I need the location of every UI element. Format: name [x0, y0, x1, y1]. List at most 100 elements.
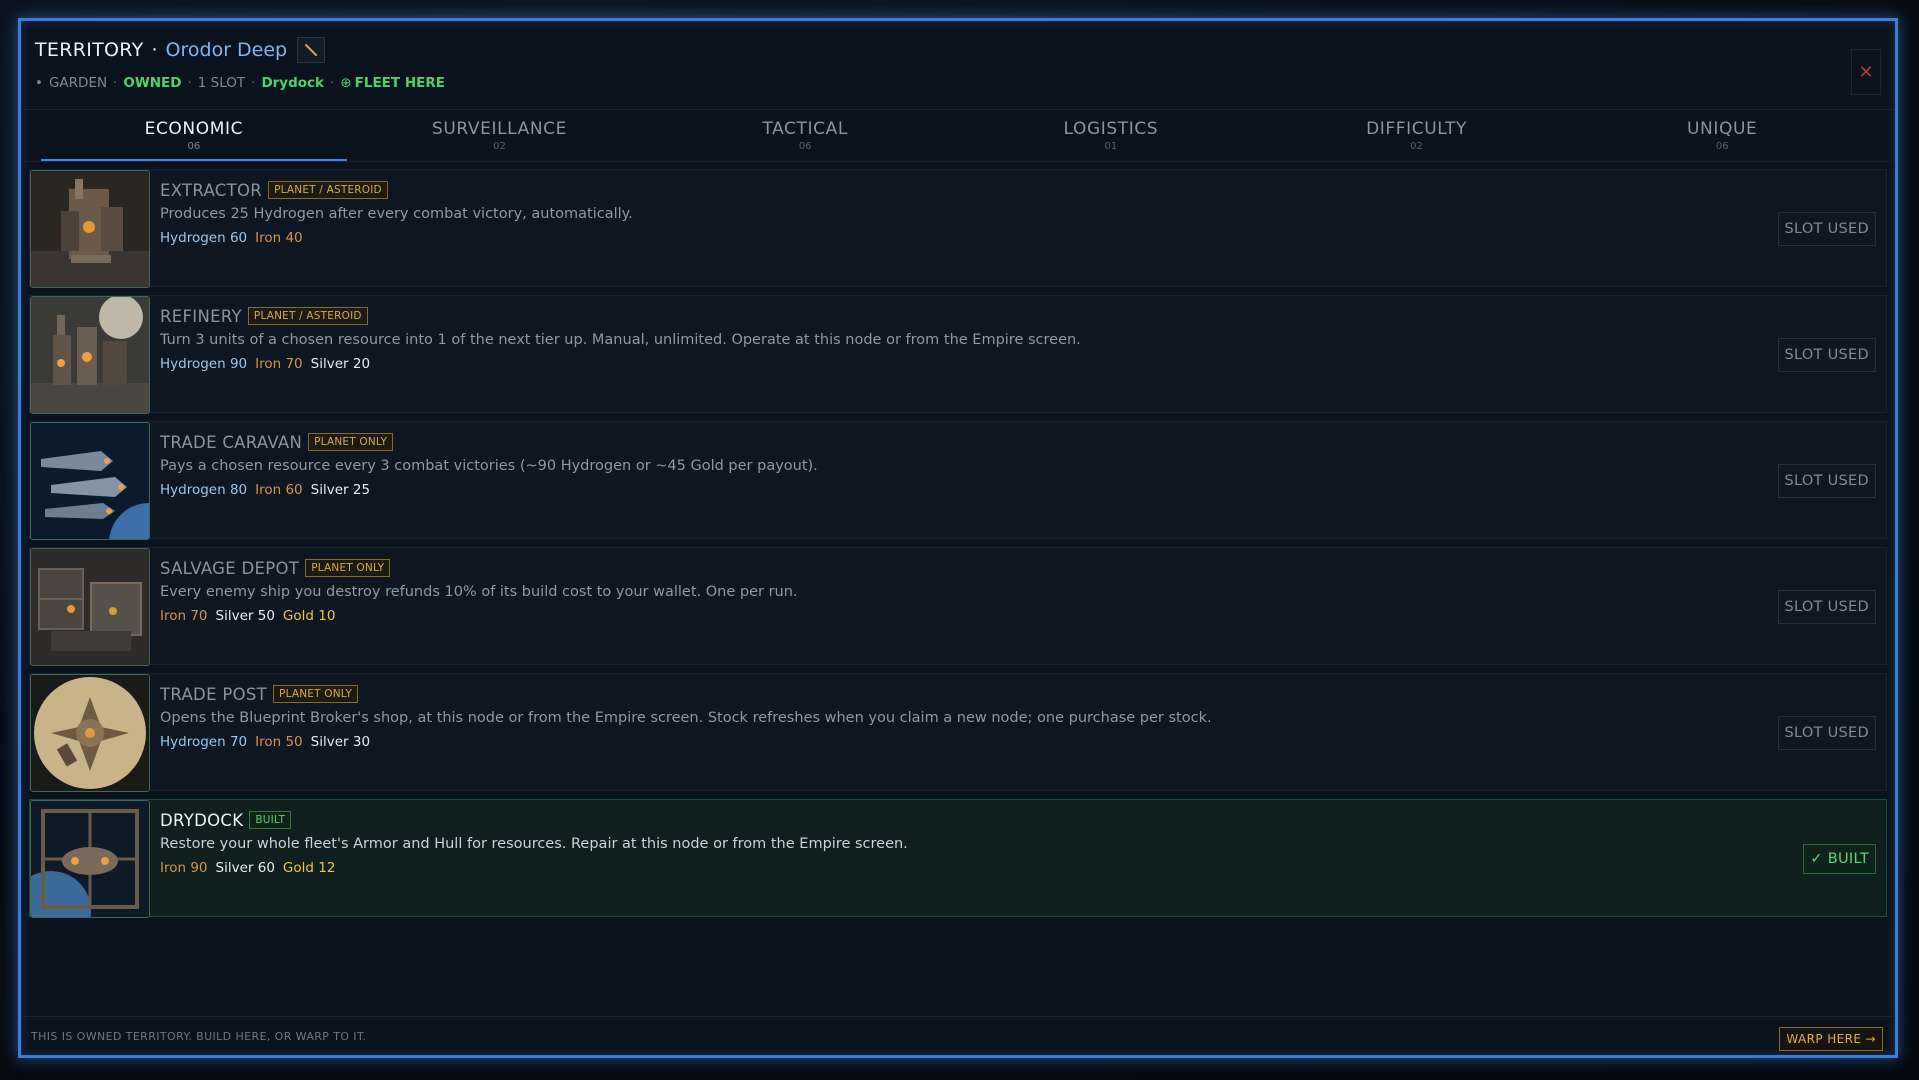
- tab-economic[interactable]: ECONOMIC 06: [41, 113, 347, 161]
- building-name-row: SALVAGE DEPOT PLANET ONLY: [160, 556, 1746, 580]
- cost-silver: Silver 50: [215, 608, 275, 624]
- cost-gold: Gold 10: [282, 608, 336, 624]
- building-row[interactable]: TRADE POST PLANET ONLY Opens the Blueprint…: [29, 673, 1887, 792]
- tab-count: 02: [493, 141, 506, 152]
- tab-count: 06: [1715, 141, 1729, 152]
- fleet-status: FLEET HERE: [354, 75, 445, 91]
- territory-modal: TERRITORY · Orodor Deep • GARDEN · OWNED…: [18, 18, 1898, 1058]
- placement-badge: PLANET / ASTEROID: [268, 181, 388, 199]
- tab-surveillance[interactable]: SURVEILLANCE 02: [347, 113, 653, 161]
- tab-logistics[interactable]: LOGISTICS 01: [958, 113, 1264, 161]
- slot-used-button[interactable]: SLOT USED: [1777, 590, 1876, 624]
- cost-silver: Silver 20: [310, 356, 371, 372]
- drydock-thumbnail: [30, 800, 150, 918]
- building-name-row: REFINERY PLANET / ASTEROID: [160, 304, 1746, 328]
- slot-used-button[interactable]: SLOT USED: [1777, 464, 1876, 498]
- close-icon: ✕: [1858, 61, 1874, 83]
- tab-count: 02: [1410, 141, 1423, 152]
- cost-silver: Silver 30: [310, 734, 371, 750]
- trade-caravan-thumbnail: [30, 422, 150, 540]
- building-description: Produces 25 Hydrogen after every combat …: [160, 206, 633, 222]
- tab-unique[interactable]: UNIQUE 06: [1569, 113, 1875, 161]
- cost-iron: Iron 60: [255, 482, 303, 498]
- footer-hint: THIS IS OWNED TERRITORY. BUILD HERE, OR …: [31, 1030, 367, 1043]
- slot-count: 1 SLOT: [197, 75, 246, 91]
- building-info: EXTRACTOR PLANET / ASTEROID Produces 25 Hy…: [160, 178, 1746, 247]
- building-name: EXTRACTOR: [160, 180, 263, 200]
- modal-title: TERRITORY: [35, 39, 144, 61]
- rename-button[interactable]: [297, 37, 326, 63]
- placement-badge: PLANET ONLY: [305, 559, 391, 577]
- cost-hydrogen: Hydrogen 80: [160, 482, 248, 498]
- cost-hydrogen: Hydrogen 90: [160, 356, 248, 372]
- building-list: EXTRACTOR PLANET / ASTEROID Produces 25 Hy…: [29, 169, 1887, 925]
- building-costs: Iron 70 Silver 50 Gold 10: [160, 608, 1746, 624]
- placement-badge: PLANET ONLY: [308, 433, 394, 451]
- building-costs: Hydrogen 60 Iron 40: [160, 230, 1746, 246]
- cost-iron: Iron 90: [160, 860, 208, 876]
- building-description: Restore your whole fleet's Armor and Hul…: [160, 836, 908, 852]
- placement-badge: PLANET ONLY: [273, 685, 359, 703]
- salvage-depot-thumbnail: [30, 548, 150, 666]
- pencil-icon: [305, 44, 318, 56]
- cost-iron: Iron 50: [255, 734, 303, 750]
- building-costs: Iron 90 Silver 60 Gold 12: [160, 860, 1746, 876]
- territory-type: GARDEN: [48, 75, 108, 91]
- building-name: SALVAGE DEPOT: [160, 558, 300, 578]
- tab-label: ECONOMIC: [144, 119, 244, 139]
- building-name-row: DRYDOCK BUILT: [160, 808, 1746, 832]
- cost-silver: Silver 25: [310, 482, 371, 498]
- tab-label: LOGISTICS: [1063, 119, 1159, 139]
- close-button[interactable]: ✕: [1851, 49, 1881, 95]
- category-tabs: ECONOMIC 06 SURVEILLANCE 02 TACTICAL 06 LOGIST…: [41, 113, 1875, 161]
- building-costs: Hydrogen 70 Iron 50 Silver 30: [160, 734, 1746, 750]
- cost-silver: Silver 60: [215, 860, 275, 876]
- building-name: DRYDOCK: [160, 810, 244, 830]
- meta-separator: ·: [330, 75, 335, 91]
- tab-label: TACTICAL: [762, 119, 848, 139]
- building-info: TRADE CARAVAN PLANET ONLY Pays a chosen re…: [160, 430, 1746, 499]
- extractor-thumbnail: [30, 170, 150, 288]
- tab-count: 06: [798, 141, 812, 152]
- ownership-status: OWNED: [123, 75, 182, 91]
- placement-badge: PLANET / ASTEROID: [247, 307, 368, 325]
- building-row[interactable]: TRADE CARAVAN PLANET ONLY Pays a chosen re…: [29, 421, 1887, 540]
- title-row: TERRITORY · Orodor Deep: [35, 33, 326, 67]
- cost-hydrogen: Hydrogen 70: [160, 734, 248, 750]
- building-name-row: TRADE POST PLANET ONLY: [160, 682, 1746, 706]
- tabs-divider: [21, 161, 1895, 162]
- building-row[interactable]: SALVAGE DEPOT PLANET ONLY Every enemy ship…: [29, 547, 1887, 666]
- cost-gold: Gold 12: [282, 860, 336, 876]
- building-name-row: EXTRACTOR PLANET / ASTEROID: [160, 178, 1746, 202]
- tab-count: 06: [187, 141, 201, 152]
- building-description: Every enemy ship you destroy refunds 10%…: [160, 584, 798, 600]
- slot-used-button[interactable]: SLOT USED: [1777, 212, 1876, 246]
- meta-separator: ·: [187, 75, 192, 91]
- slot-used-button[interactable]: SLOT USED: [1777, 716, 1876, 750]
- building-description: Opens the Blueprint Broker's shop, at th…: [160, 710, 1212, 726]
- tab-label: SURVEILLANCE: [432, 119, 567, 139]
- modal-header: TERRITORY · Orodor Deep • GARDEN · OWNED…: [35, 33, 1881, 105]
- building-info: SALVAGE DEPOT PLANET ONLY Every enemy ship…: [160, 556, 1746, 625]
- building-row[interactable]: DRYDOCK BUILT Restore your whole fleet's A…: [29, 799, 1887, 918]
- built-structure: Drydock: [261, 75, 325, 91]
- building-info: TRADE POST PLANET ONLY Opens the Blueprint…: [160, 682, 1746, 751]
- built-badge: BUILT: [249, 811, 292, 829]
- slot-used-button[interactable]: SLOT USED: [1777, 338, 1876, 372]
- warp-here-button[interactable]: WARP HERE →: [1779, 1027, 1883, 1051]
- building-costs: Hydrogen 90 Iron 70 Silver 20: [160, 356, 1746, 372]
- building-row[interactable]: EXTRACTOR PLANET / ASTEROID Produces 25 Hy…: [29, 169, 1887, 288]
- meta-bullet: •: [35, 75, 43, 91]
- building-info: REFINERY PLANET / ASTEROID Turn 3 units of…: [160, 304, 1746, 373]
- building-info: DRYDOCK BUILT Restore your whole fleet's A…: [160, 808, 1746, 877]
- tab-tactical[interactable]: TACTICAL 06: [652, 113, 958, 161]
- cost-iron: Iron 70: [255, 356, 303, 372]
- building-name: TRADE POST: [160, 684, 268, 704]
- building-row[interactable]: REFINERY PLANET / ASTEROID Turn 3 units of…: [29, 295, 1887, 414]
- fleet-icon: ⊕: [340, 75, 352, 91]
- built-status-button[interactable]: ✓ BUILT: [1803, 844, 1876, 874]
- tab-difficulty[interactable]: DIFFICULTY 02: [1264, 113, 1570, 161]
- building-name: TRADE CARAVAN: [160, 432, 303, 452]
- tab-count: 01: [1104, 141, 1118, 152]
- header-divider: [21, 109, 1895, 110]
